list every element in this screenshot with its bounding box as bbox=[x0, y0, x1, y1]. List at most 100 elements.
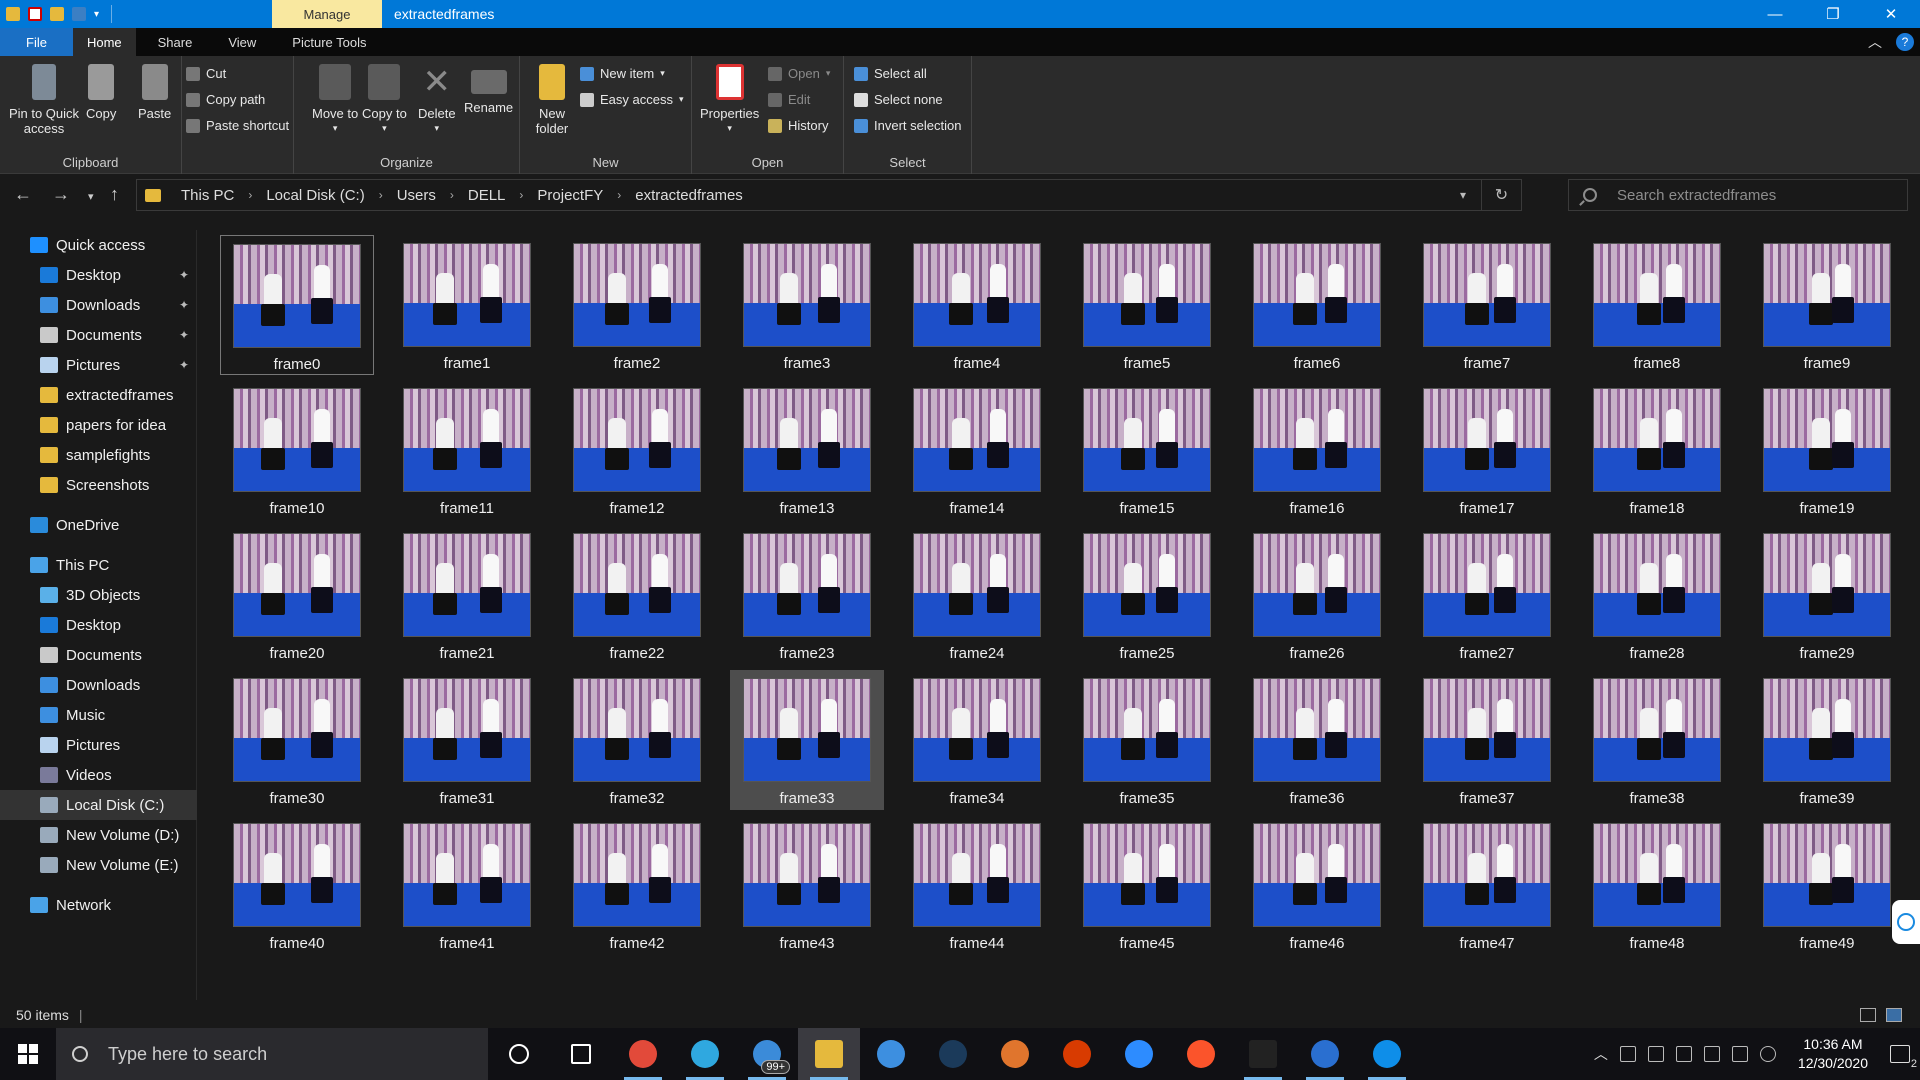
manage-context-tab[interactable]: Manage bbox=[272, 0, 382, 28]
file-item[interactable]: frame12 bbox=[560, 380, 714, 520]
breadcrumb-chevron-icon[interactable]: › bbox=[248, 188, 252, 202]
taskbar-app-button[interactable] bbox=[922, 1028, 984, 1080]
file-item[interactable]: frame20 bbox=[220, 525, 374, 665]
open-button[interactable]: Open ▾ bbox=[768, 66, 830, 81]
breadcrumb[interactable]: extractedframes bbox=[635, 187, 743, 204]
tab-share[interactable]: Share bbox=[144, 28, 207, 56]
file-item[interactable]: frame26 bbox=[1240, 525, 1394, 665]
taskbar-app-button[interactable]: 99+ bbox=[736, 1028, 798, 1080]
tab-file[interactable]: File bbox=[0, 28, 73, 56]
cut-button[interactable]: Cut bbox=[186, 66, 226, 81]
chevron-up-icon[interactable]: ︿ bbox=[1594, 1044, 1608, 1064]
file-item[interactable]: frame9 bbox=[1750, 235, 1904, 375]
breadcrumb-chevron-icon[interactable]: › bbox=[450, 188, 454, 202]
file-item[interactable]: frame13 bbox=[730, 380, 884, 520]
file-item[interactable]: frame46 bbox=[1240, 815, 1394, 955]
sidebar-item[interactable]: Screenshots bbox=[0, 470, 197, 500]
taskbar-app-button[interactable] bbox=[1294, 1028, 1356, 1080]
onedrive-tray-icon[interactable] bbox=[1647, 1046, 1664, 1062]
file-item[interactable]: frame37 bbox=[1410, 670, 1564, 810]
help-icon[interactable]: ? bbox=[1896, 33, 1914, 51]
file-item[interactable]: frame11 bbox=[390, 380, 544, 520]
file-item[interactable]: frame27 bbox=[1410, 525, 1564, 665]
tab-picture-tools[interactable]: Picture Tools bbox=[278, 28, 380, 56]
sidebar-item[interactable]: Desktop ✦ bbox=[0, 260, 197, 290]
file-item[interactable]: frame8 bbox=[1580, 235, 1734, 375]
file-item[interactable]: frame32 bbox=[560, 670, 714, 810]
file-item[interactable]: frame6 bbox=[1240, 235, 1394, 375]
breadcrumb[interactable]: This PC bbox=[181, 187, 234, 204]
network-tray-icon[interactable] bbox=[1703, 1046, 1720, 1062]
new-item-button[interactable]: New item ▾ bbox=[580, 66, 665, 81]
sidebar-item[interactable]: Pictures bbox=[0, 730, 197, 760]
file-item[interactable]: frame38 bbox=[1580, 670, 1734, 810]
file-item[interactable]: frame40 bbox=[220, 815, 374, 955]
sidebar-item[interactable]: Local Disk (C:) bbox=[0, 790, 197, 820]
file-item[interactable]: frame10 bbox=[220, 380, 374, 520]
taskbar-app-button[interactable] bbox=[550, 1028, 612, 1080]
edit-button[interactable]: Edit bbox=[768, 92, 810, 107]
file-item[interactable]: frame2 bbox=[560, 235, 714, 375]
back-arrow-icon[interactable]: ← bbox=[14, 184, 32, 205]
properties-button[interactable]: Properties ▾ bbox=[700, 64, 759, 136]
taskbar-app-button[interactable] bbox=[1170, 1028, 1232, 1080]
file-item[interactable]: frame47 bbox=[1410, 815, 1564, 955]
file-item[interactable]: frame0 bbox=[220, 235, 374, 375]
minimize-button[interactable]: — bbox=[1746, 0, 1804, 28]
address-dropdown-chevron-icon[interactable]: ▾ bbox=[1445, 188, 1481, 202]
file-item[interactable]: frame1 bbox=[390, 235, 544, 375]
sidebar-item[interactable]: This PC bbox=[0, 550, 197, 580]
taskbar-app-button[interactable] bbox=[1046, 1028, 1108, 1080]
sidebar-item[interactable]: Pictures ✦ bbox=[0, 350, 197, 380]
history-button[interactable]: History bbox=[768, 118, 828, 133]
copy-to-button[interactable]: Copy to ▾ bbox=[362, 64, 407, 136]
move-to-button[interactable]: Move to ▾ bbox=[312, 64, 358, 136]
taskbar-app-button[interactable] bbox=[860, 1028, 922, 1080]
sidebar-item[interactable]: New Volume (E:) bbox=[0, 850, 197, 880]
file-item[interactable]: frame41 bbox=[390, 815, 544, 955]
sidebar-item[interactable]: Documents ✦ bbox=[0, 320, 197, 350]
breadcrumb-chevron-icon[interactable]: › bbox=[519, 188, 523, 202]
properties-check-icon[interactable] bbox=[28, 7, 42, 21]
easy-access-button[interactable]: Easy access ▾ bbox=[580, 92, 684, 107]
taskbar-search-input[interactable]: Type here to search bbox=[56, 1028, 488, 1080]
breadcrumb[interactable]: ProjectFY bbox=[537, 187, 603, 204]
file-item[interactable]: frame44 bbox=[900, 815, 1054, 955]
forward-arrow-icon[interactable]: → bbox=[52, 184, 70, 205]
file-item[interactable]: frame30 bbox=[220, 670, 374, 810]
file-item[interactable]: frame42 bbox=[560, 815, 714, 955]
file-item[interactable]: frame35 bbox=[1070, 670, 1224, 810]
taskbar-app-button[interactable] bbox=[1232, 1028, 1294, 1080]
sidebar-item[interactable]: Documents bbox=[0, 640, 197, 670]
customize-toolbar-chevron-icon[interactable]: ▾ bbox=[94, 9, 99, 20]
file-item[interactable]: frame31 bbox=[390, 670, 544, 810]
file-item[interactable]: frame33 bbox=[730, 670, 884, 810]
file-item[interactable]: frame39 bbox=[1750, 670, 1904, 810]
file-item[interactable]: frame15 bbox=[1070, 380, 1224, 520]
up-arrow-icon[interactable]: ↑ bbox=[110, 184, 119, 205]
undo-icon[interactable] bbox=[72, 7, 86, 21]
sidebar-item[interactable]: Videos bbox=[0, 760, 197, 790]
paste-button[interactable]: Paste bbox=[138, 64, 171, 121]
file-item[interactable]: frame17 bbox=[1410, 380, 1564, 520]
file-item[interactable]: frame16 bbox=[1240, 380, 1394, 520]
sidebar-item[interactable]: Downloads bbox=[0, 670, 197, 700]
file-item[interactable]: frame23 bbox=[730, 525, 884, 665]
breadcrumb[interactable]: Users bbox=[397, 187, 436, 204]
file-item[interactable]: frame25 bbox=[1070, 525, 1224, 665]
sidebar-item[interactable]: 3D Objects bbox=[0, 580, 197, 610]
file-item[interactable]: frame45 bbox=[1070, 815, 1224, 955]
taskbar-app-button[interactable] bbox=[1108, 1028, 1170, 1080]
restore-button[interactable]: ❐ bbox=[1804, 0, 1862, 28]
file-item[interactable]: frame21 bbox=[390, 525, 544, 665]
details-view-icon[interactable] bbox=[1860, 1008, 1876, 1022]
breadcrumb-chevron-icon[interactable]: › bbox=[379, 188, 383, 202]
file-item[interactable]: frame49 bbox=[1750, 815, 1904, 955]
file-item[interactable]: frame5 bbox=[1070, 235, 1224, 375]
taskbar-app-button[interactable] bbox=[488, 1028, 550, 1080]
meet-now-icon[interactable] bbox=[1619, 1046, 1636, 1062]
start-button[interactable] bbox=[0, 1028, 56, 1080]
sidebar-item[interactable]: extractedframes bbox=[0, 380, 197, 410]
file-item[interactable]: frame34 bbox=[900, 670, 1054, 810]
battery-icon[interactable] bbox=[1675, 1046, 1692, 1062]
